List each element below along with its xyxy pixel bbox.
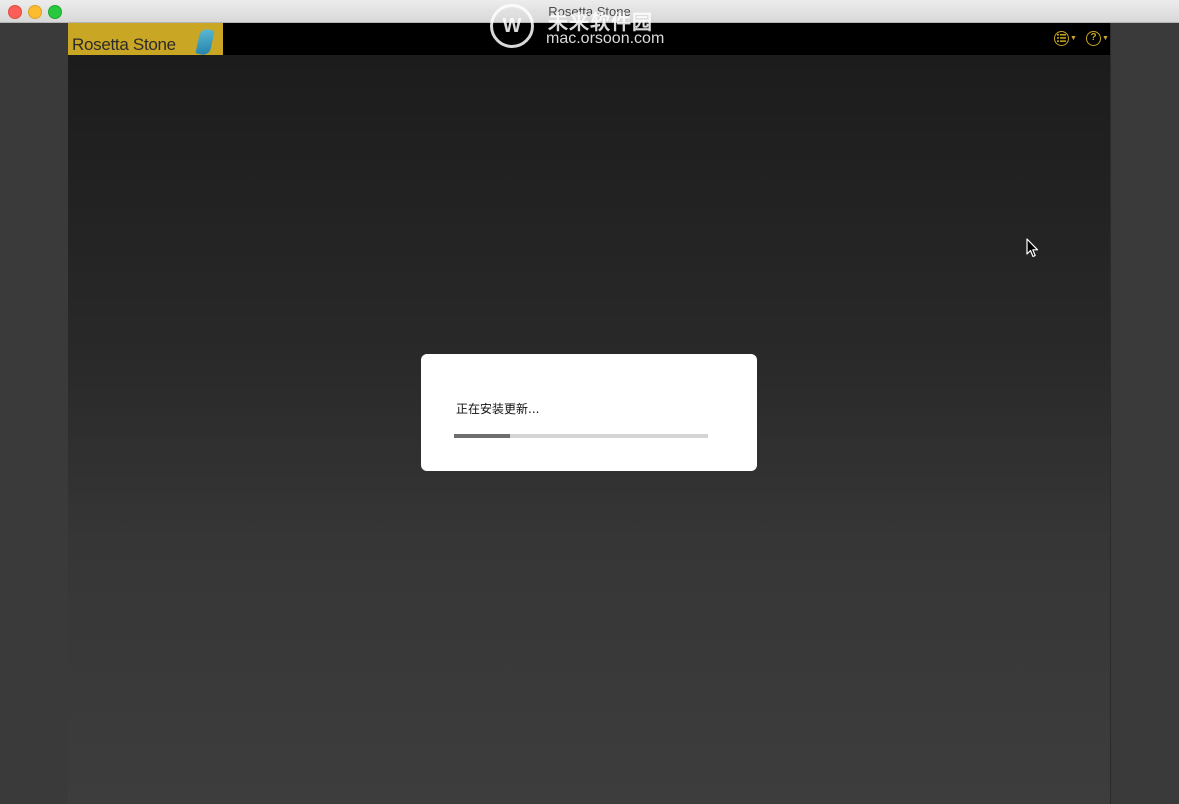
mouse-cursor-icon	[1026, 238, 1039, 258]
watermark: W 未来软件园 mac.orsoon.com	[490, 4, 690, 52]
update-message: 正在安装更新...	[456, 402, 540, 416]
watermark-logo-icon: W	[490, 4, 534, 48]
right-gutter	[1110, 23, 1179, 804]
list-icon	[1054, 30, 1069, 46]
help-icon: ?	[1086, 30, 1101, 46]
update-dialog: 正在安装更新...	[421, 354, 757, 471]
logo-text: Rosetta Stone	[72, 35, 176, 54]
chevron-down-icon: ▼	[1102, 34, 1109, 42]
progress-bar	[454, 434, 708, 438]
rosetta-leaf-icon	[195, 27, 215, 57]
help-button[interactable]: ? ▼	[1086, 29, 1109, 47]
chevron-down-icon: ▼	[1070, 34, 1077, 42]
left-gutter	[0, 23, 68, 804]
progress-bar-fill	[454, 434, 510, 438]
watermark-url: mac.orsoon.com	[546, 30, 665, 47]
menu-button[interactable]: ▼	[1054, 29, 1077, 47]
